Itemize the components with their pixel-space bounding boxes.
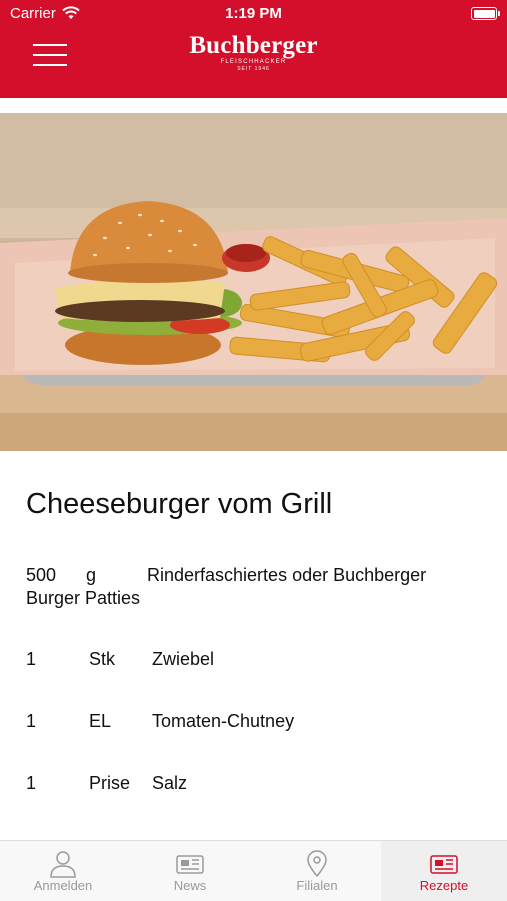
ingredient-name: Zwiebel	[152, 649, 215, 669]
recipe-photo	[0, 113, 507, 451]
recipe-title: Cheeseburger vom Grill	[26, 488, 333, 520]
tab-filialen[interactable]: Filialen	[254, 841, 380, 901]
status-bar: Carrier 1:19 PM	[0, 0, 507, 28]
ingredient-name-continued: Burger Patties	[26, 588, 141, 608]
brand-logo: Buchberger FLEISCHHACKER SEIT 1946	[0, 32, 507, 72]
tab-label: Rezepte	[419, 878, 469, 893]
ingredient-qty: 1	[26, 773, 37, 793]
tab-anmelden[interactable]: Anmelden	[0, 841, 126, 901]
ingredient-name: Tomaten-Chutney	[152, 711, 295, 731]
brand-subtitle: FLEISCHHACKER	[220, 59, 287, 65]
ingredient-unit: Prise	[89, 773, 131, 793]
tab-rezepte[interactable]: Rezepte	[381, 841, 507, 901]
ingredient-qty: 500	[26, 565, 57, 585]
newspaper-icon	[176, 855, 204, 874]
tab-label: Filialen	[296, 878, 338, 893]
recipe-icon	[430, 855, 458, 874]
brand-since: SEIT 1946	[237, 66, 270, 72]
ingredient-qty: 1	[26, 649, 37, 669]
battery-icon	[471, 7, 500, 20]
tab-label: Anmelden	[33, 878, 93, 893]
ingredient-unit: g	[86, 565, 97, 585]
ingredient-unit: EL	[89, 711, 112, 731]
ingredient-name: Salz	[152, 773, 188, 793]
burger-and-fries-photo	[0, 113, 507, 451]
status-time: 1:19 PM	[225, 5, 282, 22]
tab-bar: Anmelden News Filialen Rezepte	[0, 840, 507, 901]
ingredient-qty: 1	[26, 711, 37, 731]
tab-label: News	[173, 878, 207, 893]
brand-name: Buchberger	[189, 32, 318, 59]
person-icon	[50, 851, 76, 878]
tab-news[interactable]: News	[127, 841, 253, 901]
ingredient-name: Rinderfaschiertes oder Buchberger	[147, 565, 427, 585]
recipe-content: Cheeseburger vom Grill 500 g Rinderfasch…	[26, 486, 481, 793]
app-header: Carrier 1:19 PM Buchberger FLEISCHHACKER…	[0, 0, 507, 98]
ingredient-unit: Stk	[89, 649, 116, 669]
location-pin-icon	[307, 850, 327, 878]
